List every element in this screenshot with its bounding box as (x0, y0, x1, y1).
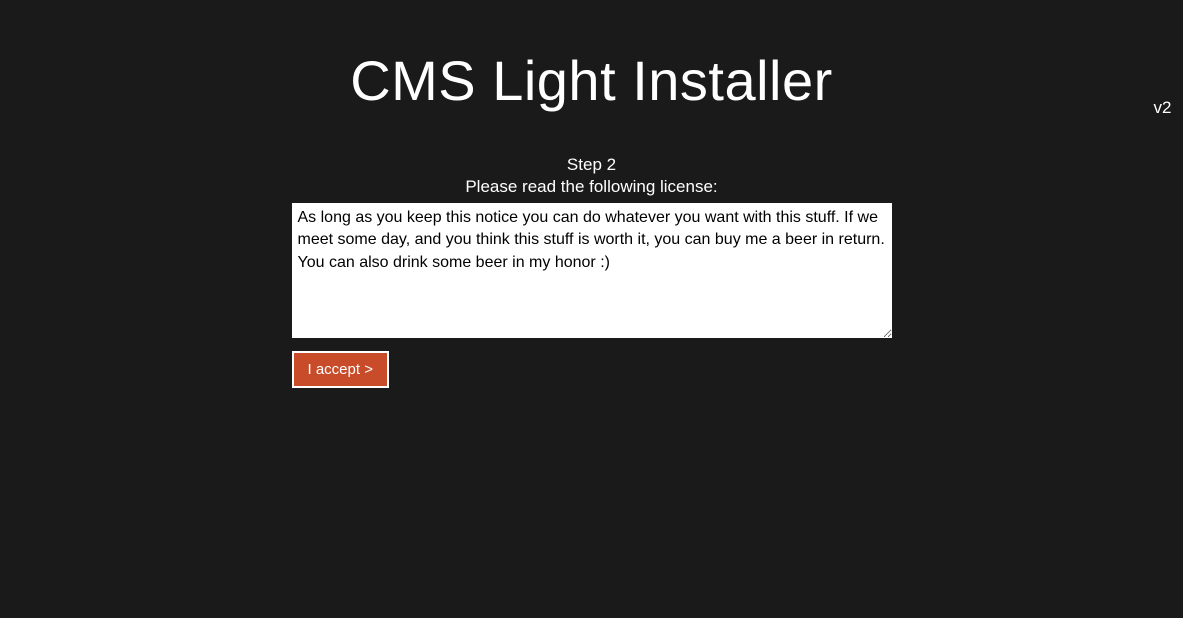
accept-button[interactable]: I accept > (292, 351, 389, 388)
page-title: CMS Light Installer (292, 48, 892, 113)
instruction-text: Please read the following license: (292, 177, 892, 197)
version-label: v2 (1154, 98, 1172, 118)
step-label: Step 2 (292, 155, 892, 175)
license-textarea[interactable]: As long as you keep this notice you can … (292, 203, 892, 338)
